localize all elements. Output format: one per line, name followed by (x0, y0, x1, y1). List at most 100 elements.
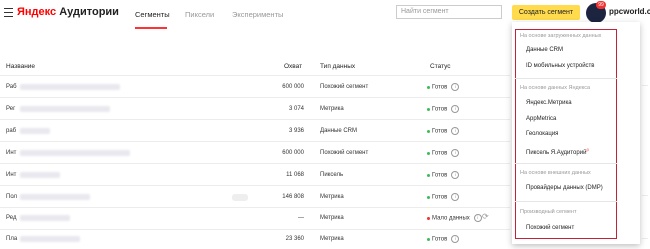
menu-item-geolocation[interactable]: Геолокация (526, 131, 558, 137)
info-icon[interactable]: i (451, 127, 460, 135)
row-divider (0, 185, 510, 186)
logo[interactable]: Яндекс Аудитории (17, 6, 119, 18)
status-label: Готов (432, 150, 448, 157)
blurred-name (20, 194, 90, 200)
row-type: Метрика (320, 215, 344, 221)
refresh-icon[interactable]: ⟳ (482, 212, 489, 221)
row-type: Данные CRM (320, 128, 358, 134)
row-reach: 3 936 (288, 128, 304, 134)
more-icon[interactable]: ··· (642, 193, 648, 199)
menu-item-lookalike[interactable]: Похожий сегмент (526, 225, 574, 231)
row-reach: 600 000 (282, 150, 304, 156)
menu-section-yandex: На основе данных Яндекса (520, 85, 591, 91)
menu-item-pixel-label: Пиксель Я.Аудиторий (526, 150, 587, 156)
row-type: Метрика (320, 106, 344, 112)
status-dot (427, 85, 430, 89)
row-name[interactable]: Рег (6, 106, 15, 112)
info-icon[interactable]: i (451, 171, 460, 179)
row-reach: 600 000 (282, 84, 304, 90)
column-header-reach[interactable]: Охват (284, 63, 302, 70)
menu-item-crm[interactable]: Данные CRM (526, 47, 563, 53)
row-name[interactable]: Ред (6, 215, 16, 221)
tab-experiments[interactable]: Эксперименты (232, 10, 283, 19)
row-status: Готов i (427, 193, 460, 201)
status-label: Готов (432, 128, 448, 135)
menu-divider (515, 201, 617, 202)
blurred-name (20, 84, 120, 90)
row-name[interactable]: Пла (6, 236, 17, 242)
tab-segments[interactable]: Сегменты (135, 10, 170, 19)
row-divider (0, 119, 510, 120)
info-icon[interactable]: i (451, 83, 460, 91)
row-name[interactable]: Инт (6, 150, 16, 156)
menu-item-appmetrica[interactable]: AppMetrica (526, 116, 556, 122)
blurred-name (20, 150, 130, 156)
row-type: Похожий сегмент (320, 84, 369, 90)
info-icon[interactable]: i (451, 105, 460, 113)
menu-section-derived: Производный сегмент (520, 209, 577, 215)
row-divider (0, 163, 510, 164)
create-segment-button[interactable]: Создать сегмент (512, 5, 580, 20)
row-type: Метрика (320, 194, 344, 200)
column-header-status[interactable]: Статус (430, 63, 451, 70)
row-reach: — (298, 215, 304, 221)
menu-divider (515, 163, 617, 164)
info-icon[interactable]: i (473, 214, 482, 222)
column-header-type[interactable]: Тип данных (320, 63, 355, 70)
more-icon[interactable]: ··· (642, 236, 648, 242)
more-icon[interactable]: ··· (642, 83, 648, 89)
status-dot (427, 237, 430, 241)
menu-divider (515, 78, 617, 79)
blurred-name (20, 236, 80, 242)
row-divider (0, 229, 510, 230)
menu-item-dmp[interactable]: Провайдеры данных (DMP) (526, 185, 603, 191)
row-type: Метрика (320, 236, 344, 242)
row-reach: 11 068 (286, 172, 304, 178)
status-dot (427, 195, 430, 199)
row-reach: 146 808 (282, 194, 304, 200)
status-label: Готов (432, 106, 448, 113)
column-header-name[interactable]: Название (6, 63, 35, 70)
row-name[interactable]: Пол (6, 194, 17, 200)
status-dot (427, 129, 430, 133)
search-input[interactable]: Найти сегмент (396, 5, 502, 19)
row-status: Готов i (427, 105, 460, 113)
site-name: ppcworld.co (609, 7, 650, 16)
menu-icon[interactable] (4, 8, 13, 17)
row-status: Готов i (427, 83, 460, 91)
row-divider (0, 97, 510, 98)
tab-pixels[interactable]: Пиксели (185, 10, 214, 19)
beta-marker-icon: β (586, 147, 589, 152)
logo-brand: Яндекс (17, 6, 57, 18)
row-name[interactable]: Раб (6, 84, 17, 90)
menu-section-uploaded: На основе загруженных данных (520, 33, 602, 39)
row-status: Готов i (427, 127, 460, 135)
info-icon[interactable]: i (451, 235, 460, 243)
row-name[interactable]: Инт (6, 172, 16, 178)
active-tab-indicator (135, 27, 167, 29)
row-name[interactable]: раб (6, 128, 16, 134)
status-label: Готов (432, 236, 448, 243)
row-type: Пиксель (320, 172, 344, 178)
menu-item-mobile-ids[interactable]: ID мобильных устройств (526, 63, 594, 69)
notification-badge: 99 (596, 1, 606, 9)
row-reach: 3 074 (288, 106, 304, 112)
header-divider (0, 75, 510, 76)
blurred-name (20, 106, 110, 112)
logo-product: Аудитории (59, 6, 119, 18)
status-label: Готов (432, 84, 448, 91)
row-status: Готов i (427, 171, 460, 179)
menu-item-metrica[interactable]: Яндекс.Метрика (526, 100, 572, 106)
blurred-name (20, 172, 60, 178)
blurred-name (20, 128, 50, 134)
row-reach: 23 360 (285, 236, 304, 242)
status-label: Мало данных (432, 215, 470, 222)
menu-section-external: На основе внешних данных (520, 170, 591, 176)
segment-tag (232, 194, 248, 201)
row-divider (0, 207, 510, 208)
menu-item-pixel[interactable]: Пиксель Я.Аудиторийβ (526, 147, 589, 156)
info-icon[interactable]: i (451, 149, 460, 157)
info-icon[interactable]: i (451, 193, 460, 201)
row-status: Мало данных i (427, 214, 482, 222)
row-divider (0, 141, 510, 142)
